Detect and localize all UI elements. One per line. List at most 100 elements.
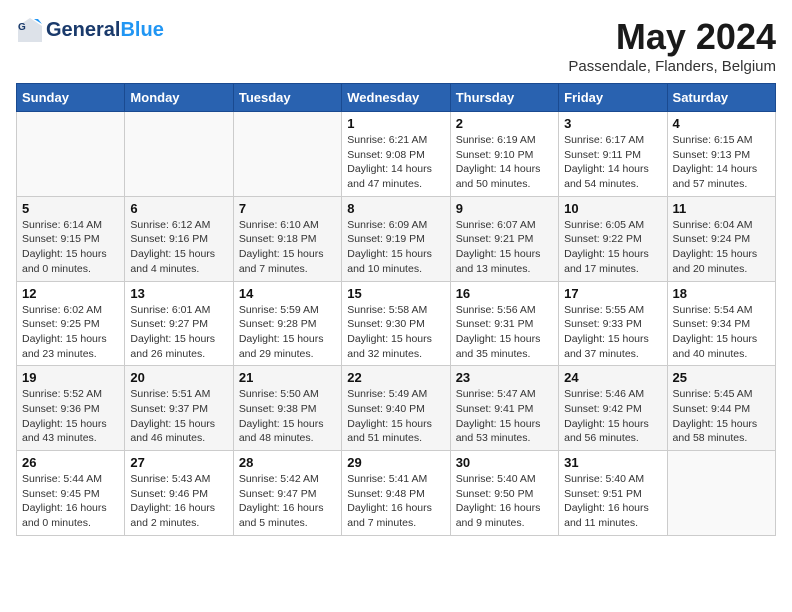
logo-icon: G	[16, 16, 44, 44]
day-info: Sunrise: 5:40 AM Sunset: 9:51 PM Dayligh…	[564, 472, 661, 531]
day-info: Sunrise: 5:45 AM Sunset: 9:44 PM Dayligh…	[673, 387, 770, 446]
day-number: 3	[564, 116, 661, 131]
calendar-cell: 8 Sunrise: 6:09 AM Sunset: 9:19 PM Daylig…	[342, 196, 450, 281]
day-number: 18	[673, 286, 770, 301]
calendar-cell: 26Sunrise: 5:44 AM Sunset: 9:45 PM Dayli…	[17, 451, 125, 536]
calendar-cell: 10 Sunrise: 6:05 AM Sunset: 9:22 PM Dayli…	[559, 196, 667, 281]
day-number: 26	[22, 455, 119, 470]
calendar-cell: 18 Sunrise: 5:54 AM Sunset: 9:34 PM Dayli…	[667, 281, 775, 366]
month-year-title: May 2024	[568, 16, 776, 58]
day-number: 30	[456, 455, 553, 470]
day-number: 19	[22, 370, 119, 385]
day-number: 7	[239, 201, 336, 216]
calendar-cell: 2Sunrise: 6:19 AM Sunset: 9:10 PM Daylig…	[450, 112, 558, 197]
day-number: 14	[239, 286, 336, 301]
calendar-cell	[17, 112, 125, 197]
calendar-week-row: 5Sunrise: 6:14 AM Sunset: 9:15 PM Daylig…	[17, 196, 776, 281]
day-number: 17	[564, 286, 661, 301]
day-number: 5	[22, 201, 119, 216]
weekday-header-tuesday: Tuesday	[233, 84, 341, 112]
day-number: 9	[456, 201, 553, 216]
location-subtitle: Passendale, Flanders, Belgium	[568, 58, 776, 75]
day-info: Sunrise: 5:40 AM Sunset: 9:50 PM Dayligh…	[456, 472, 553, 531]
weekday-header-thursday: Thursday	[450, 84, 558, 112]
calendar-cell: 27Sunrise: 5:43 AM Sunset: 9:46 PM Dayli…	[125, 451, 233, 536]
weekday-header-monday: Monday	[125, 84, 233, 112]
calendar-cell: 15Sunrise: 5:58 AM Sunset: 9:30 PM Dayli…	[342, 281, 450, 366]
day-number: 29	[347, 455, 444, 470]
calendar-cell: 7 Sunrise: 6:10 AM Sunset: 9:18 PM Daylig…	[233, 196, 341, 281]
weekday-header-sunday: Sunday	[17, 84, 125, 112]
day-number: 15	[347, 286, 444, 301]
day-number: 31	[564, 455, 661, 470]
logo: G GeneralBlue	[16, 16, 164, 44]
calendar-cell: 30 Sunrise: 5:40 AM Sunset: 9:50 PM Dayli…	[450, 451, 558, 536]
calendar-cell: 29 Sunrise: 5:41 AM Sunset: 9:48 PM Dayli…	[342, 451, 450, 536]
page-header: G GeneralBlue May 2024 Passendale, Fland…	[16, 16, 776, 75]
day-info: Sunrise: 6:10 AM Sunset: 9:18 PM Dayligh…	[239, 218, 336, 277]
calendar-cell: 21 Sunrise: 5:50 AM Sunset: 9:38 PM Dayli…	[233, 366, 341, 451]
calendar-cell	[125, 112, 233, 197]
day-info: Sunrise: 6:09 AM Sunset: 9:19 PM Dayligh…	[347, 218, 444, 277]
day-number: 13	[130, 286, 227, 301]
day-info: Sunrise: 6:01 AM Sunset: 9:27 PM Dayligh…	[130, 303, 227, 362]
day-number: 6	[130, 201, 227, 216]
day-info: Sunrise: 5:51 AM Sunset: 9:37 PM Dayligh…	[130, 387, 227, 446]
day-number: 12	[22, 286, 119, 301]
weekday-header-wednesday: Wednesday	[342, 84, 450, 112]
day-info: Sunrise: 6:12 AM Sunset: 9:16 PM Dayligh…	[130, 218, 227, 277]
day-info: Sunrise: 5:50 AM Sunset: 9:38 PM Dayligh…	[239, 387, 336, 446]
day-number: 10	[564, 201, 661, 216]
calendar-cell: 9 Sunrise: 6:07 AM Sunset: 9:21 PM Daylig…	[450, 196, 558, 281]
calendar-cell: 12 Sunrise: 6:02 AM Sunset: 9:25 PM Dayli…	[17, 281, 125, 366]
calendar-cell	[233, 112, 341, 197]
day-info: Sunrise: 5:56 AM Sunset: 9:31 PM Dayligh…	[456, 303, 553, 362]
day-info: Sunrise: 5:59 AM Sunset: 9:28 PM Dayligh…	[239, 303, 336, 362]
day-info: Sunrise: 5:46 AM Sunset: 9:42 PM Dayligh…	[564, 387, 661, 446]
day-info: Sunrise: 6:19 AM Sunset: 9:10 PM Dayligh…	[456, 133, 553, 192]
day-info: Sunrise: 6:04 AM Sunset: 9:24 PM Dayligh…	[673, 218, 770, 277]
calendar-cell: 11 Sunrise: 6:04 AM Sunset: 9:24 PM Dayli…	[667, 196, 775, 281]
svg-text:G: G	[18, 22, 26, 33]
day-info: Sunrise: 6:02 AM Sunset: 9:25 PM Dayligh…	[22, 303, 119, 362]
calendar-week-row: 1Sunrise: 6:21 AM Sunset: 9:08 PM Daylig…	[17, 112, 776, 197]
calendar-cell: 19 Sunrise: 5:52 AM Sunset: 9:36 PM Dayli…	[17, 366, 125, 451]
day-number: 21	[239, 370, 336, 385]
day-info: Sunrise: 5:49 AM Sunset: 9:40 PM Dayligh…	[347, 387, 444, 446]
day-info: Sunrise: 6:05 AM Sunset: 9:22 PM Dayligh…	[564, 218, 661, 277]
calendar-cell: 13 Sunrise: 6:01 AM Sunset: 9:27 PM Dayli…	[125, 281, 233, 366]
day-info: Sunrise: 6:17 AM Sunset: 9:11 PM Dayligh…	[564, 133, 661, 192]
day-number: 28	[239, 455, 336, 470]
day-number: 23	[456, 370, 553, 385]
day-number: 25	[673, 370, 770, 385]
weekday-header-row: SundayMondayTuesdayWednesdayThursdayFrid…	[17, 84, 776, 112]
day-number: 11	[673, 201, 770, 216]
calendar-week-row: 26Sunrise: 5:44 AM Sunset: 9:45 PM Dayli…	[17, 451, 776, 536]
day-number: 8	[347, 201, 444, 216]
calendar-cell: 5Sunrise: 6:14 AM Sunset: 9:15 PM Daylig…	[17, 196, 125, 281]
calendar-week-row: 12 Sunrise: 6:02 AM Sunset: 9:25 PM Dayli…	[17, 281, 776, 366]
day-info: Sunrise: 5:52 AM Sunset: 9:36 PM Dayligh…	[22, 387, 119, 446]
day-info: Sunrise: 5:41 AM Sunset: 9:48 PM Dayligh…	[347, 472, 444, 531]
day-info: Sunrise: 5:43 AM Sunset: 9:46 PM Dayligh…	[130, 472, 227, 531]
day-number: 4	[673, 116, 770, 131]
day-number: 22	[347, 370, 444, 385]
calendar-cell: 6 Sunrise: 6:12 AM Sunset: 9:16 PM Daylig…	[125, 196, 233, 281]
calendar-cell: 28Sunrise: 5:42 AM Sunset: 9:47 PM Dayli…	[233, 451, 341, 536]
calendar-cell: 31 Sunrise: 5:40 AM Sunset: 9:51 PM Dayli…	[559, 451, 667, 536]
day-number: 20	[130, 370, 227, 385]
calendar-table: SundayMondayTuesdayWednesdayThursdayFrid…	[16, 83, 776, 536]
calendar-cell: 3 Sunrise: 6:17 AM Sunset: 9:11 PM Daylig…	[559, 112, 667, 197]
calendar-cell: 1Sunrise: 6:21 AM Sunset: 9:08 PM Daylig…	[342, 112, 450, 197]
calendar-cell: 16Sunrise: 5:56 AM Sunset: 9:31 PM Dayli…	[450, 281, 558, 366]
day-info: Sunrise: 5:47 AM Sunset: 9:41 PM Dayligh…	[456, 387, 553, 446]
calendar-cell: 17Sunrise: 5:55 AM Sunset: 9:33 PM Dayli…	[559, 281, 667, 366]
calendar-cell: 24 Sunrise: 5:46 AM Sunset: 9:42 PM Dayli…	[559, 366, 667, 451]
title-area: May 2024 Passendale, Flanders, Belgium	[568, 16, 776, 75]
day-number: 24	[564, 370, 661, 385]
calendar-cell: 14 Sunrise: 5:59 AM Sunset: 9:28 PM Dayli…	[233, 281, 341, 366]
calendar-cell: 22 Sunrise: 5:49 AM Sunset: 9:40 PM Dayli…	[342, 366, 450, 451]
weekday-header-friday: Friday	[559, 84, 667, 112]
day-info: Sunrise: 6:07 AM Sunset: 9:21 PM Dayligh…	[456, 218, 553, 277]
day-info: Sunrise: 5:54 AM Sunset: 9:34 PM Dayligh…	[673, 303, 770, 362]
